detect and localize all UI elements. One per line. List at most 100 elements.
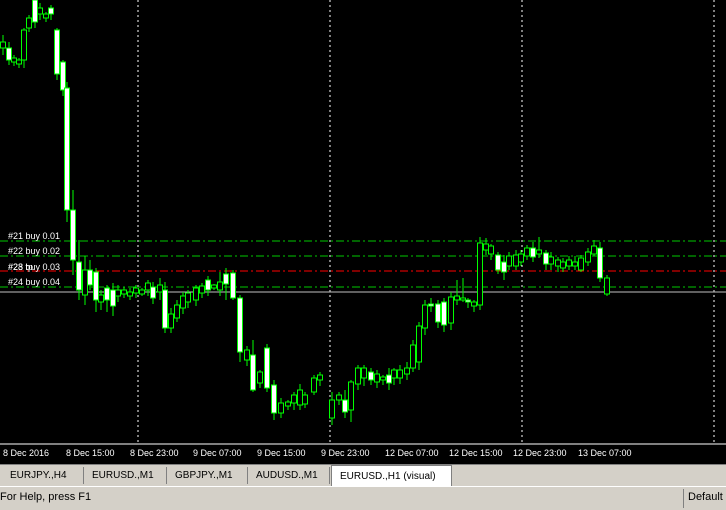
bull-candle (127, 288, 133, 300)
bull-candle (311, 375, 317, 395)
candle-body (271, 384, 277, 414)
candle-body (193, 287, 199, 301)
candle-body (150, 286, 156, 299)
candle-body (428, 303, 434, 307)
tab-audusd-m1[interactable]: AUDUSD.,M1 (248, 467, 330, 484)
bear-candle (428, 298, 434, 312)
order-label-22[interactable]: #22 buy 0.02 (8, 246, 60, 256)
candle-body (585, 251, 591, 263)
bear-candle (32, 0, 38, 28)
bear-candle (543, 250, 549, 270)
candle-body (54, 29, 60, 75)
bull-candle (302, 392, 308, 408)
profile-name[interactable]: Default (688, 491, 723, 503)
candle-body (6, 47, 12, 61)
candle-body (237, 297, 243, 353)
candle-body (291, 394, 297, 404)
bull-candle (98, 290, 104, 310)
price-chart[interactable]: #21 buy 0.01 #22 buy 0.02 #23 buy 0.03 #… (0, 0, 726, 464)
bull-candle (21, 28, 27, 68)
bull-candle (37, 3, 43, 20)
bear-candle (70, 190, 76, 275)
candle-body (87, 269, 93, 286)
chart-canvas[interactable] (0, 0, 726, 464)
bull-candle (336, 392, 342, 405)
bull-candle (591, 240, 597, 256)
tab-gbpjpy-m1[interactable]: GBPJPY.,M1 (167, 467, 248, 484)
bear-candle (264, 344, 270, 392)
candle-body (448, 296, 454, 324)
candle-body (133, 287, 139, 294)
tab-eurusd-h1-visual[interactable]: EURUSD.,H1 (visual) (331, 465, 452, 486)
candle-body (397, 369, 403, 379)
bear-candle (597, 242, 603, 282)
tp-label-28[interactable]: #28 tp (8, 262, 33, 272)
time-axis-label: 8 Dec 23:00 (130, 448, 179, 458)
candle-body (477, 242, 483, 306)
bull-candle (506, 252, 512, 270)
candle-body (483, 243, 489, 251)
bear-candle (250, 340, 256, 392)
candle-body (530, 247, 536, 258)
bear-candle (530, 242, 536, 262)
candle-body (495, 254, 501, 271)
candle-body (230, 272, 236, 299)
candle-body (145, 282, 151, 291)
bull-candle (26, 15, 32, 32)
candle-body (380, 376, 386, 381)
candle-body (180, 295, 186, 309)
bull-candle (513, 250, 519, 270)
candle-body (604, 277, 610, 295)
period-separators (137, 0, 715, 443)
order-lines (0, 240, 726, 445)
order-label-21[interactable]: #21 buy 0.01 (8, 231, 60, 241)
candle-body (64, 87, 70, 211)
bear-candle (150, 282, 156, 304)
bear-candle (223, 268, 229, 300)
bear-candle (110, 283, 116, 316)
bull-candle (0, 35, 6, 55)
candle-body (355, 367, 361, 385)
candle-body (48, 7, 54, 15)
candle-body (465, 299, 471, 303)
candle-body (348, 381, 354, 411)
candle-body (460, 297, 466, 301)
bull-candle (115, 285, 121, 302)
time-axis-label: 9 Dec 15:00 (257, 448, 306, 458)
candle-body (26, 17, 32, 29)
order-label-24[interactable]: #24 buy 0.04 (8, 277, 60, 287)
bear-candle (93, 268, 99, 312)
tab-eurjpy-h4[interactable]: EURJPY.,H4 (2, 467, 84, 484)
bull-candle (477, 237, 483, 310)
bull-candle (297, 384, 303, 410)
bull-candle (257, 370, 263, 388)
bull-candle (168, 308, 174, 333)
candle-body (139, 289, 145, 295)
bull-candle (548, 252, 554, 270)
candle-body (104, 287, 110, 301)
bull-candle (604, 275, 610, 296)
bull-candle (16, 58, 22, 68)
bull-candle (211, 284, 217, 290)
candle-body (278, 402, 284, 414)
bull-candle (536, 237, 542, 258)
candle-body (329, 399, 335, 419)
bull-candle (566, 256, 572, 270)
bull-candle (285, 400, 291, 410)
status-bar: For Help, press F1 Default (0, 486, 726, 510)
bull-candle (380, 375, 386, 385)
candle-body (98, 294, 104, 303)
candle-body (43, 13, 49, 19)
tab-eurusd-m1[interactable]: EURUSD.,M1 (84, 467, 167, 484)
candle-body (361, 367, 367, 379)
bull-candle (585, 248, 591, 266)
time-axis-label: 12 Dec 07:00 (385, 448, 439, 458)
candle-body (518, 253, 524, 263)
candle-body (16, 59, 22, 65)
bear-candle (342, 390, 348, 418)
bear-candle (230, 270, 236, 300)
bull-candle (374, 370, 380, 388)
candle-body (60, 61, 66, 91)
candle-body (199, 285, 205, 294)
bear-candle (104, 285, 110, 312)
